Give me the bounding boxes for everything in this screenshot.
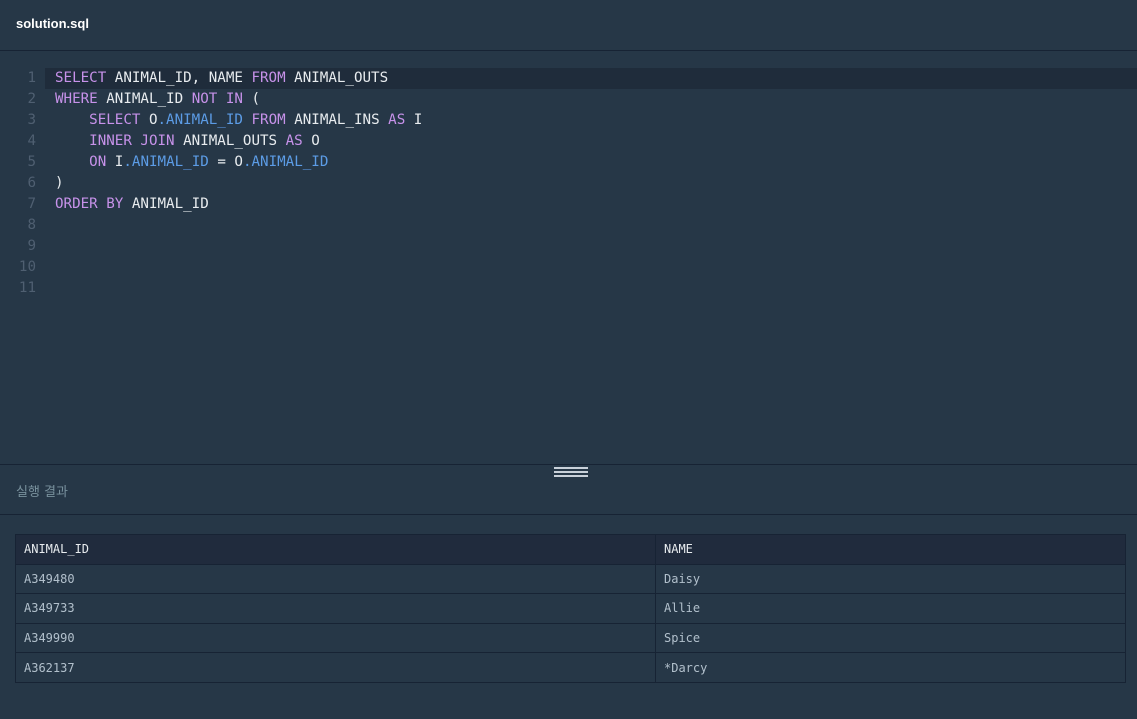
code-line[interactable]: 2 WHERE ANIMAL_ID NOT IN (	[0, 89, 1137, 110]
code-text[interactable]: INNER JOIN ANIMAL_OUTS AS O	[55, 131, 320, 152]
cell-name: Spice	[655, 622, 1126, 654]
sql-keyword: AS	[388, 112, 406, 128]
sql-keyword: ON	[89, 154, 107, 170]
cell-name: Allie	[655, 593, 1126, 624]
code-text[interactable]: ON I.ANIMAL_ID = O.ANIMAL_ID	[55, 152, 328, 173]
code-token: O	[302, 133, 320, 149]
cell-animal-id: A349480	[15, 563, 656, 595]
line-number: 8	[27, 217, 36, 233]
sql-keyword: ORDER BY	[55, 196, 124, 212]
cell-name: Daisy	[655, 563, 1126, 595]
editor-header: solution.sql	[0, 0, 1137, 51]
sql-keyword: SELECT	[89, 112, 141, 128]
code-token: (	[242, 91, 261, 107]
code-line[interactable]: 6)	[0, 173, 1137, 194]
column-reference: .ANIMAL_ID	[157, 112, 243, 128]
code-token: )	[55, 175, 64, 191]
table-row: A349990 Spice	[15, 622, 1126, 654]
code-line[interactable]: 11	[0, 278, 1137, 299]
line-number: 3	[27, 112, 36, 128]
code-text[interactable]: SELECT O.ANIMAL_ID FROM ANIMAL_INS AS I	[55, 110, 422, 131]
table-row: A349480 Daisy	[15, 563, 1126, 595]
code-token: I	[405, 112, 423, 128]
cell-animal-id: A349733	[15, 593, 656, 624]
code-text[interactable]: )	[55, 173, 64, 194]
sql-keyword: AS	[285, 133, 303, 149]
line-number: 10	[18, 259, 36, 275]
line-number: 5	[27, 154, 36, 170]
line-number: 7	[27, 196, 36, 212]
code-token: ANIMAL_OUTS	[285, 70, 389, 86]
table-row: A349733 Allie	[15, 593, 1126, 624]
result-title: 실행 결과	[16, 485, 68, 500]
code-text[interactable]: WHERE ANIMAL_ID NOT IN (	[55, 89, 260, 110]
result-header: 실행 결과	[0, 465, 1137, 515]
cell-animal-id: A349990	[15, 622, 656, 654]
code-token: ANIMAL_OUTS	[174, 133, 286, 149]
sql-keyword: INNER JOIN	[89, 133, 175, 149]
code-token: ANIMAL_ID	[123, 196, 209, 212]
code-token: ANIMAL_ID, NAME	[106, 70, 252, 86]
cell-animal-id: A362137	[15, 652, 656, 683]
code-text[interactable]: SELECT ANIMAL_ID, NAME FROM ANIMAL_OUTS	[55, 68, 388, 89]
line-number: 6	[27, 175, 36, 191]
sql-keyword: SELECT	[55, 70, 107, 86]
line-number: 1	[27, 70, 36, 86]
code-line[interactable]: 4 INNER JOIN ANIMAL_OUTS AS O	[0, 131, 1137, 152]
code-line[interactable]: 8	[0, 215, 1137, 236]
table-row: A362137 *Darcy	[15, 652, 1126, 683]
sql-keyword: FROM	[251, 112, 286, 128]
code-line[interactable]: 3 SELECT O.ANIMAL_ID FROM ANIMAL_INS AS …	[0, 110, 1137, 131]
column-header-animal-id: ANIMAL_ID	[15, 534, 656, 565]
code-text[interactable]: ORDER BY ANIMAL_ID	[55, 194, 209, 215]
result-table: ANIMAL_ID NAME A349480 Daisy A349733 All…	[15, 534, 1126, 683]
line-number: 2	[27, 91, 36, 107]
file-tab-solution-sql[interactable]: solution.sql	[16, 16, 89, 31]
code-token: ANIMAL_ID	[97, 91, 192, 107]
line-number: 11	[18, 280, 36, 296]
code-line[interactable]: 9	[0, 236, 1137, 257]
code-line[interactable]: 1 SELECT ANIMAL_ID, NAME FROM ANIMAL_OUTS	[27, 68, 1137, 89]
code-editor[interactable]: 1 SELECT ANIMAL_ID, NAME FROM ANIMAL_OUTS…	[0, 51, 1137, 464]
sql-keyword: WHERE	[55, 91, 98, 107]
column-reference: .ANIMAL_ID	[242, 154, 329, 170]
column-header-name: NAME	[655, 534, 1126, 565]
code-line[interactable]: 10	[0, 257, 1137, 278]
code-token: O	[140, 112, 158, 128]
code-token: I	[106, 154, 124, 170]
column-reference: .ANIMAL_ID	[123, 154, 209, 170]
sql-keyword: NOT IN	[191, 91, 243, 107]
cell-name: *Darcy	[655, 652, 1126, 683]
line-number: 4	[27, 133, 36, 149]
sql-keyword: FROM	[251, 70, 286, 86]
code-line[interactable]: 5 ON I.ANIMAL_ID = O.ANIMAL_ID	[0, 152, 1137, 173]
line-number: 9	[27, 238, 36, 254]
code-token: ANIMAL_INS	[285, 112, 389, 128]
code-token: = O	[208, 154, 243, 170]
table-header-row: ANIMAL_ID NAME	[15, 534, 1126, 565]
code-line[interactable]: 7 ORDER BY ANIMAL_ID	[0, 194, 1137, 215]
